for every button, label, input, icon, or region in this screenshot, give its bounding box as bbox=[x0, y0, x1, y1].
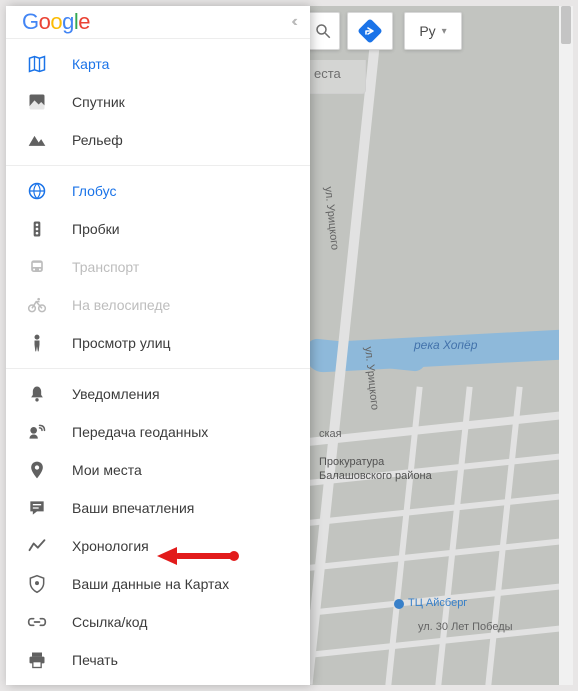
language-button[interactable]: Ру ▾ bbox=[404, 12, 462, 50]
sidebar-group-layers: Карта Спутник Рельеф bbox=[6, 38, 310, 165]
pegman-icon bbox=[26, 332, 48, 354]
sidebar-item-print[interactable]: Печать bbox=[6, 641, 310, 679]
sidebar-item-label: Спутник bbox=[72, 94, 125, 110]
sidebar-item-your-places[interactable]: Мои места bbox=[6, 451, 310, 489]
shield-icon bbox=[26, 573, 48, 595]
sidebar-item-satellite[interactable]: Спутник bbox=[6, 83, 310, 121]
search-suggestion-fragment: еста bbox=[306, 60, 366, 94]
link-icon bbox=[26, 611, 48, 633]
sidebar-item-label: Просмотр улиц bbox=[72, 335, 171, 351]
sidebar-item-label: Ссылка/код bbox=[72, 614, 147, 630]
sidebar-group-overlays: Глобус Пробки Транспорт На велосипеде bbox=[6, 165, 310, 368]
sidebar-item-share-embed[interactable]: Ссылка/код bbox=[6, 603, 310, 641]
sidebar-item-notifications[interactable]: Уведомления bbox=[6, 375, 310, 413]
review-icon bbox=[26, 497, 48, 519]
pin-icon bbox=[26, 459, 48, 481]
satellite-icon bbox=[26, 91, 48, 113]
sidebar-item-label: Передача геоданных bbox=[72, 424, 208, 440]
magnifier-icon bbox=[314, 22, 332, 40]
street-label: ская bbox=[319, 428, 342, 440]
sidebar-item-label: Карта bbox=[72, 56, 109, 72]
sidebar-group-account: Уведомления Передача геоданных Мои места… bbox=[6, 368, 310, 685]
sidebar-item-transit[interactable]: Транспорт bbox=[6, 248, 310, 286]
poi-marker-icon[interactable] bbox=[394, 599, 404, 609]
sidebar-item-traffic[interactable]: Пробки bbox=[6, 210, 310, 248]
timeline-icon bbox=[26, 535, 48, 557]
transit-icon bbox=[26, 256, 48, 278]
sidebar-item-terrain[interactable]: Рельеф bbox=[6, 121, 310, 159]
poi-label: Прокуратура bbox=[319, 456, 384, 468]
sidebar-item-contributions[interactable]: Ваши впечатления bbox=[6, 489, 310, 527]
traffic-icon bbox=[26, 218, 48, 240]
search-button[interactable] bbox=[306, 12, 340, 50]
sidebar-item-label: Мои места bbox=[72, 462, 142, 478]
directions-icon bbox=[358, 19, 382, 43]
street-label: ул. Урицкого bbox=[322, 186, 341, 251]
sidebar-item-globe[interactable]: Глобус bbox=[6, 172, 310, 210]
sidebar-item-map[interactable]: Карта bbox=[6, 45, 310, 83]
google-logo[interactable]: G o o g l e bbox=[22, 9, 90, 35]
poi-label: ТЦ Айсберг bbox=[408, 597, 467, 609]
globe-icon bbox=[26, 180, 48, 202]
map-icon bbox=[26, 53, 48, 75]
sidebar-item-label: Пробки bbox=[72, 221, 120, 237]
sidebar-header: G o o g l e ‹‹ bbox=[6, 6, 310, 38]
chevron-down-icon: ▾ bbox=[442, 26, 447, 37]
collapse-sidebar-button[interactable]: ‹‹ bbox=[291, 13, 294, 31]
bike-icon bbox=[26, 294, 48, 316]
sidebar-item-label: Ваши впечатления bbox=[72, 500, 194, 516]
sidebar-item-label: Глобус bbox=[72, 183, 116, 199]
sidebar-item-label: На велосипеде bbox=[72, 297, 170, 313]
sidebar-item-your-data[interactable]: Ваши данные на Картах bbox=[6, 565, 310, 603]
directions-button[interactable] bbox=[347, 12, 393, 50]
app-frame: ул. Урицкого ул. Урицкого река Хопёр ска… bbox=[0, 0, 578, 691]
sidebar-menu: G o o g l e ‹‹ Карта Спутник bbox=[6, 6, 310, 685]
vertical-scrollbar[interactable] bbox=[559, 6, 573, 685]
print-icon bbox=[26, 649, 48, 671]
scrollbar-thumb[interactable] bbox=[561, 6, 571, 44]
sidebar-item-label: Печать bbox=[72, 652, 118, 668]
terrain-icon bbox=[26, 129, 48, 151]
poi-label: Балашовского района bbox=[319, 470, 432, 482]
sidebar-item-streetview[interactable]: Просмотр улиц bbox=[6, 324, 310, 362]
sidebar-item-label: Хронология bbox=[72, 538, 149, 554]
sidebar-item-label: Транспорт bbox=[72, 259, 139, 275]
sidebar-item-timeline[interactable]: Хронология bbox=[6, 527, 310, 565]
language-label: Ру bbox=[419, 23, 435, 39]
search-suggestion-text: еста bbox=[314, 66, 341, 81]
sidebar-item-cycling[interactable]: На велосипеде bbox=[6, 286, 310, 324]
sidebar-item-label: Рельеф bbox=[72, 132, 123, 148]
sidebar-item-location-sharing[interactable]: Передача геоданных bbox=[6, 413, 310, 451]
location-sharing-icon bbox=[26, 421, 48, 443]
bell-icon bbox=[26, 383, 48, 405]
sidebar-item-label: Ваши данные на Картах bbox=[72, 576, 229, 592]
sidebar-item-label: Уведомления bbox=[72, 386, 160, 402]
river-label: река Хопёр bbox=[414, 338, 477, 352]
street-label: ул. 30 Лет Победы bbox=[418, 621, 513, 633]
